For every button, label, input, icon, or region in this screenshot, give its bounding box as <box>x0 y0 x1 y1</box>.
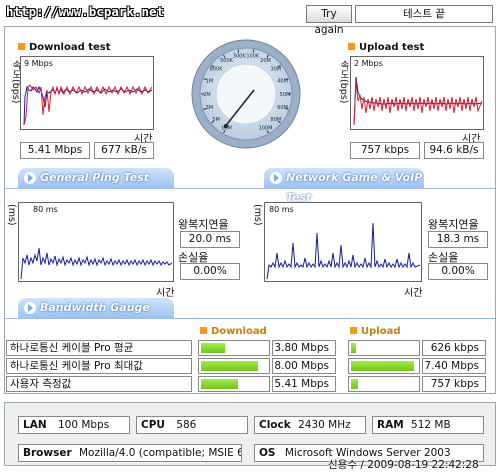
bullet-square-icon <box>350 327 357 334</box>
upload-bar <box>348 376 420 392</box>
tab-network-game-voip-test[interactable]: Network Game & VoIP Test <box>264 168 424 204</box>
upload-bar <box>348 340 420 356</box>
browser-info: Browser Mozilla/4.0 (compatible; MSIE 6.… <box>18 444 242 462</box>
ping-graph: 80 ms <box>18 202 174 282</box>
browser-value: Mozilla/4.0 (compatible; MSIE 6.0 <box>79 447 242 459</box>
gauge-tick-label: 60M <box>277 105 288 111</box>
gauge-tick-label: 50M <box>280 92 291 98</box>
gauge-tick-label: 800K <box>210 67 224 73</box>
bandwidth-row-label: 하나로통신 케이블 Pro 최대값 <box>6 358 192 374</box>
bandwidth-divider <box>5 318 495 319</box>
upload-bar-fill <box>351 379 358 389</box>
bandwidth-row-label: 사용자 측정값 <box>6 376 192 392</box>
upload-test-title: Upload test <box>348 42 424 53</box>
upload-y-axis-label: 속도(bps) <box>338 60 349 104</box>
gauge-tick <box>252 49 255 53</box>
bandwidth-upload-header: Upload <box>350 326 400 337</box>
try-again-button[interactable]: Try again <box>306 5 352 36</box>
game-graph: 80 ms <box>264 202 422 282</box>
gauge-tick <box>237 49 240 53</box>
game-loss-value: 0.00% <box>428 263 488 280</box>
download-bar <box>198 358 270 374</box>
lan-value: 100 Mbps <box>57 419 110 431</box>
clock-info: Clock 2430 MHz <box>254 416 366 434</box>
download-bar-fill <box>201 361 259 371</box>
gauge-tick-label: 1M <box>206 79 214 85</box>
upload-kbps-value: 757 kbps <box>350 142 420 159</box>
clock-value: 2430 MHz <box>298 419 351 431</box>
tab-bandwidth-gauge[interactable]: Bandwidth Gauge <box>18 298 174 318</box>
gauge-tick-label: 30M <box>271 67 282 73</box>
bullet-square-icon <box>18 43 25 50</box>
bullet-square-icon <box>348 43 355 50</box>
ping-x-axis-label: 시간 <box>156 288 175 299</box>
upload-bar-fill <box>351 343 357 353</box>
ping-latency-label: 왕복지연율 <box>178 218 229 231</box>
ping-latency-value: 20.0 ms <box>180 231 240 248</box>
upload-bar-fill <box>351 361 415 371</box>
ram-info: RAM 512 MB <box>372 416 484 434</box>
gauge-tick-label: 2M <box>203 92 211 98</box>
tab-general-ping-test[interactable]: General Ping Test <box>18 168 174 188</box>
upload-graph: 2 Mbps <box>350 56 484 130</box>
game-latency-value: 18.3 ms <box>428 231 488 248</box>
download-value: 8.00 Mbps <box>272 358 336 374</box>
url-text[interactable]: http://www.bcpark.net <box>6 4 164 19</box>
ping-latency-line <box>20 247 173 280</box>
upload-value: 7.40 Mbps <box>422 358 486 374</box>
upload-value: 626 kbps <box>422 340 486 356</box>
play-arrow-icon <box>24 302 36 314</box>
game-x-axis-label: 시간 <box>404 288 423 299</box>
upload-bar <box>348 358 420 374</box>
download-bar <box>198 340 270 356</box>
play-arrow-icon <box>270 172 282 184</box>
download-bar-fill <box>201 379 239 389</box>
gauge-tick-label: 20M <box>260 58 271 64</box>
download-graph: 9 Mbps <box>20 56 154 130</box>
speed-gauge: 10M 5M 3M 2M 1M 800K 500K 300K 100K 20M 30M 40M 50M 6… <box>190 38 302 150</box>
gauge-tick-label: 500K <box>220 58 234 64</box>
download-test-title: Download test <box>18 42 111 53</box>
gauge-tick-label: 100M <box>259 126 273 132</box>
status-button[interactable]: 테스트 끝 <box>355 5 493 23</box>
bandwidth-row-label: 하나로통신 케이블 Pro 평균 <box>6 340 192 356</box>
bandwidth-download-header: Download <box>200 326 267 337</box>
bullet-square-icon <box>200 327 207 334</box>
upload-line-blue <box>353 76 483 126</box>
download-mbps-value: 5.41 Mbps <box>20 142 90 159</box>
download-bar-fill <box>201 343 226 353</box>
game-latency-label: 왕복지연율 <box>428 218 479 231</box>
cpu-info: CPU 586 <box>136 416 248 434</box>
footer-stamp: 신용수 / 2009-08-19 22:42:28 <box>328 459 479 471</box>
ram-value: 512 MB <box>411 419 451 431</box>
download-value: 3.80 Mbps <box>272 340 336 356</box>
game-y-axis-label: (ms) <box>252 204 263 226</box>
game-latency-line <box>266 222 421 280</box>
ping-y-axis-label: (ms) <box>6 204 17 226</box>
gauge-tick-label: 100K <box>246 53 260 59</box>
ping-loss-value: 0.00% <box>180 263 240 280</box>
download-bar <box>198 376 270 392</box>
gauge-tick-label: 3M <box>206 105 214 111</box>
upload-value: 757 kbps <box>422 376 486 392</box>
gauge-tick-label: 300K <box>233 53 247 59</box>
upload-kbs-value: 94.6 kB/s <box>424 142 484 159</box>
gauge-tick-label: 5M <box>212 117 220 123</box>
lan-info: LAN 100 Mbps <box>18 416 130 434</box>
download-value: 5.41 Mbps <box>272 376 336 392</box>
cpu-value: 586 <box>176 419 197 431</box>
download-line-red <box>23 84 153 126</box>
play-arrow-icon <box>24 172 36 184</box>
download-kbs-value: 677 kB/s <box>94 142 154 159</box>
